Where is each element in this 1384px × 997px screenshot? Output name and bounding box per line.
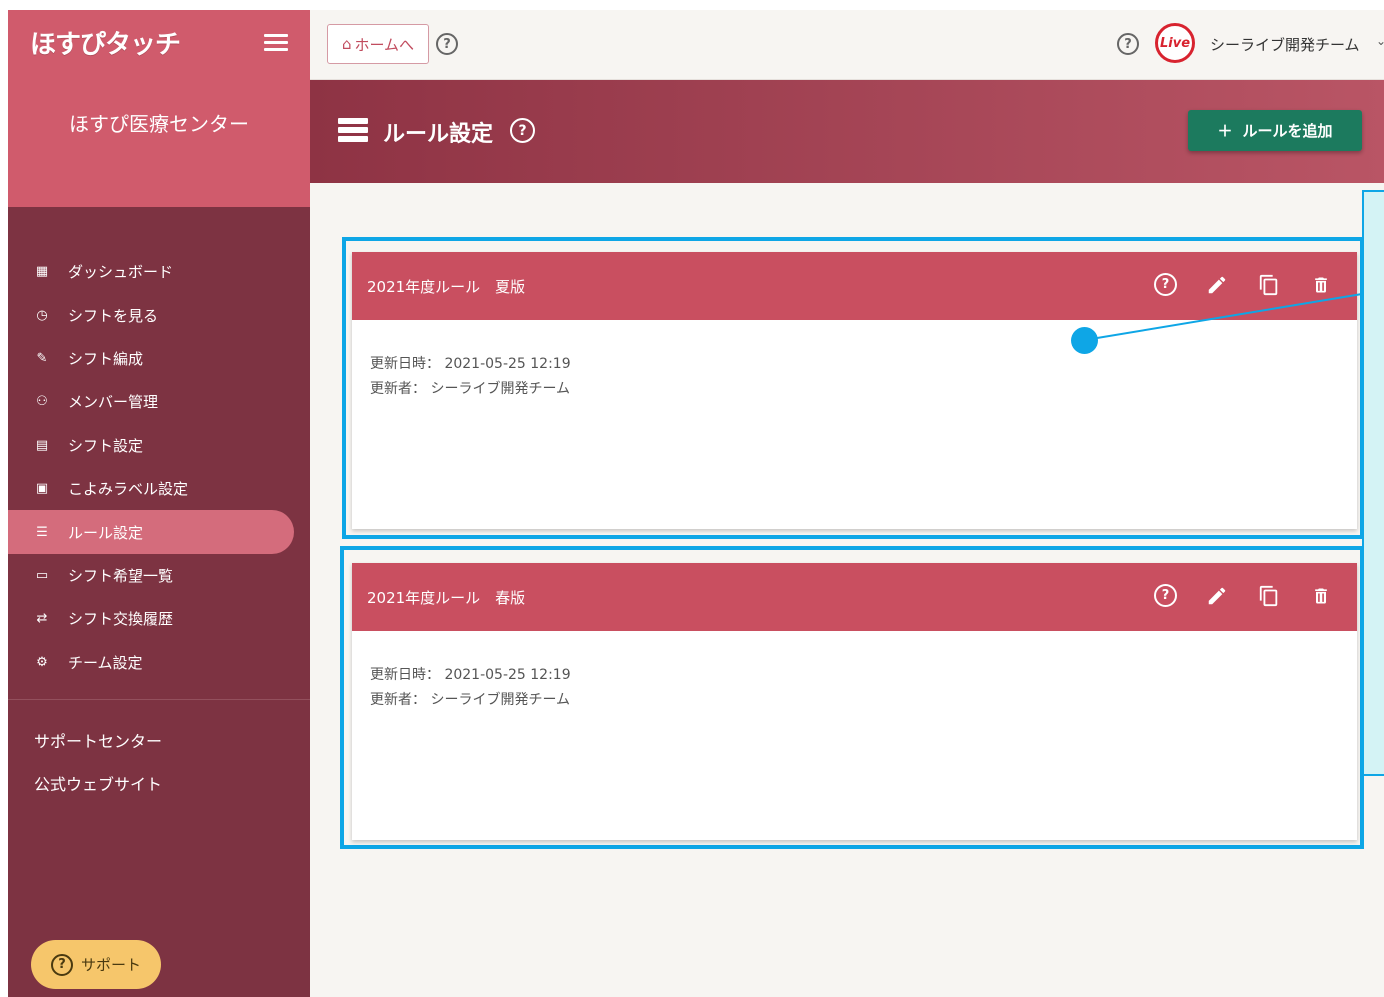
edit-icon[interactable] <box>1205 584 1229 608</box>
rule-updater-row: 更新者： シーライブ開発チーム <box>370 688 1339 713</box>
sidebar-item-label: ルール設定 <box>68 523 144 542</box>
rule-card-body: 更新日時： 2021-05-25 12:19 更新者： シーライブ開発チーム <box>352 631 1357 745</box>
copy-icon[interactable] <box>1257 584 1281 608</box>
sidebar-item-label: シフト編成 <box>68 349 144 368</box>
rule-card-header: 2021年度ルール 春版 ? <box>352 563 1357 631</box>
message-icon: ▭ <box>35 567 49 583</box>
sidebar-item-shift-requests[interactable]: ▭ シフト希望一覧 <box>8 554 310 597</box>
sidebar-header: ほすぴタッチ ほすぴ医療センター <box>8 10 310 207</box>
top-bar: ⌂ ホームへ ? ? Live シーライブ開発チーム ⌄ <box>310 10 1384 80</box>
sidebar-item-shift-compose[interactable]: ✎ シフト編成 <box>8 337 310 380</box>
support-button[interactable]: ? サポート <box>31 940 161 989</box>
sidebar-item-members[interactable]: ⚇ メンバー管理 <box>8 380 310 423</box>
support-center-link[interactable]: サポートセンター <box>34 720 162 763</box>
plus-icon: ＋ <box>1217 122 1233 140</box>
sidebar-item-view-shift[interactable]: ◷ シフトを見る <box>8 293 310 336</box>
sidebar-item-label: チーム設定 <box>68 653 143 672</box>
calendar-icon: ▣ <box>35 481 49 497</box>
sidebar-item-label: シフト希望一覧 <box>68 566 174 585</box>
sidebar-item-team-settings[interactable]: ⚙ チーム設定 <box>8 641 310 684</box>
help-icon[interactable]: ? <box>1154 584 1177 607</box>
add-rule-button[interactable]: ＋ ルールを追加 <box>1188 110 1362 151</box>
sidebar-item-rules[interactable]: ☰ ルール設定 <box>8 510 294 554</box>
sidebar: ほすぴタッチ ほすぴ医療センター ▦ ダッシュボード ◷ シフトを見る ✎ シフト編成… <box>8 10 310 997</box>
rule-title: 2021年度ルール 夏版 <box>367 277 526 296</box>
clock-icon: ◷ <box>36 307 48 323</box>
sidebar-item-calendar-labels[interactable]: ▣ こよみラベル設定 <box>8 467 310 510</box>
rule-actions: ? <box>1154 273 1333 297</box>
team-logo: Live <box>1155 23 1195 63</box>
help-icon[interactable]: ? <box>1154 273 1177 296</box>
add-rule-label: ルールを追加 <box>1242 122 1333 140</box>
wrench-icon: ✎ <box>36 350 48 366</box>
sidebar-item-shift-settings[interactable]: ▤ シフト設定 <box>8 424 310 467</box>
rule-updated-row: 更新日時： 2021-05-25 12:19 <box>370 663 1339 688</box>
sidebar-nav: ▦ ダッシュボード ◷ シフトを見る ✎ シフト編成 ⚇ メンバー管理 ▤ シフト設定 ▣… <box>8 250 310 684</box>
updater-label: 更新者： <box>370 692 426 708</box>
updated-value: 2021-05-25 12:19 <box>444 667 571 683</box>
edit-icon[interactable] <box>1205 273 1229 297</box>
annotation-callout <box>1362 190 1384 776</box>
home-icon: ⌂ <box>341 35 352 53</box>
sidebar-item-dashboard[interactable]: ▦ ダッシュボード <box>8 250 310 293</box>
swap-icon: ⇄ <box>36 611 48 627</box>
organization-name: ほすぴ医療センター <box>69 112 249 136</box>
page-header: ルール設定 ? ＋ ルールを追加 <box>310 80 1384 183</box>
dashboard-icon: ▦ <box>35 264 49 280</box>
sidebar-item-label: シフト設定 <box>68 436 144 455</box>
updated-value: 2021-05-25 12:19 <box>444 356 571 372</box>
help-icon: ? <box>50 953 73 976</box>
updated-label: 更新日時： <box>370 667 440 683</box>
rule-card-header: 2021年度ルール 夏版 ? <box>352 252 1357 320</box>
help-icon[interactable]: ? <box>510 118 535 143</box>
help-icon[interactable]: ? <box>1117 33 1139 55</box>
hamburger-menu-icon[interactable] <box>264 34 288 54</box>
rule-title: 2021年度ルール 春版 <box>367 588 526 607</box>
sidebar-item-label: メンバー管理 <box>68 393 159 412</box>
sidebar-item-label: こよみラベル設定 <box>68 480 189 499</box>
page-title: ルール設定 <box>383 122 494 147</box>
sidebar-item-label: シフト交換履歴 <box>68 610 174 629</box>
sidebar-item-shift-swap-history[interactable]: ⇄ シフト交換履歴 <box>8 597 310 640</box>
gear-icon: ⚙ <box>36 654 48 670</box>
clipboard-icon: ▤ <box>35 437 49 453</box>
app-logo[interactable]: ほすぴタッチ <box>30 24 181 61</box>
official-website-link[interactable]: 公式ウェブサイト <box>34 763 162 806</box>
home-button-label: ホームへ <box>354 35 415 54</box>
home-button[interactable]: ⌂ ホームへ <box>327 24 429 64</box>
sidebar-links: サポートセンター 公式ウェブサイト <box>34 720 162 806</box>
rule-updated-row: 更新日時： 2021-05-25 12:19 <box>370 352 1339 377</box>
support-button-label: サポート <box>80 956 141 974</box>
list-icon <box>338 118 368 142</box>
rule-actions: ? <box>1154 584 1333 608</box>
updater-value: シーライブ開発チーム <box>430 692 571 708</box>
updated-label: 更新日時： <box>370 356 440 372</box>
rule-updater-row: 更新者： シーライブ開発チーム <box>370 377 1339 402</box>
trash-icon[interactable] <box>1309 584 1333 608</box>
rule-card: 2021年度ルール 春版 ? 更新日時： 2021-05-25 12:19 更新… <box>352 563 1357 840</box>
team-selector[interactable]: シーライブ開発チーム <box>1210 34 1360 55</box>
sidebar-item-label: シフトを見る <box>68 306 159 325</box>
sidebar-divider <box>8 699 310 700</box>
people-icon: ⚇ <box>36 394 48 410</box>
list-icon: ☰ <box>36 524 48 540</box>
help-icon[interactable]: ? <box>436 33 458 55</box>
updater-value: シーライブ開発チーム <box>430 381 571 397</box>
rule-card: 2021年度ルール 夏版 ? 更新日時： 2021-05-25 12:19 更新… <box>352 252 1357 529</box>
chevron-down-icon[interactable]: ⌄ <box>1376 34 1384 48</box>
trash-icon[interactable] <box>1309 273 1333 297</box>
sidebar-item-label: ダッシュボード <box>68 263 174 282</box>
rule-card-body: 更新日時： 2021-05-25 12:19 更新者： シーライブ開発チーム <box>352 320 1357 434</box>
copy-icon[interactable] <box>1257 273 1281 297</box>
annotation-dot <box>1071 327 1098 354</box>
updater-label: 更新者： <box>370 381 426 397</box>
